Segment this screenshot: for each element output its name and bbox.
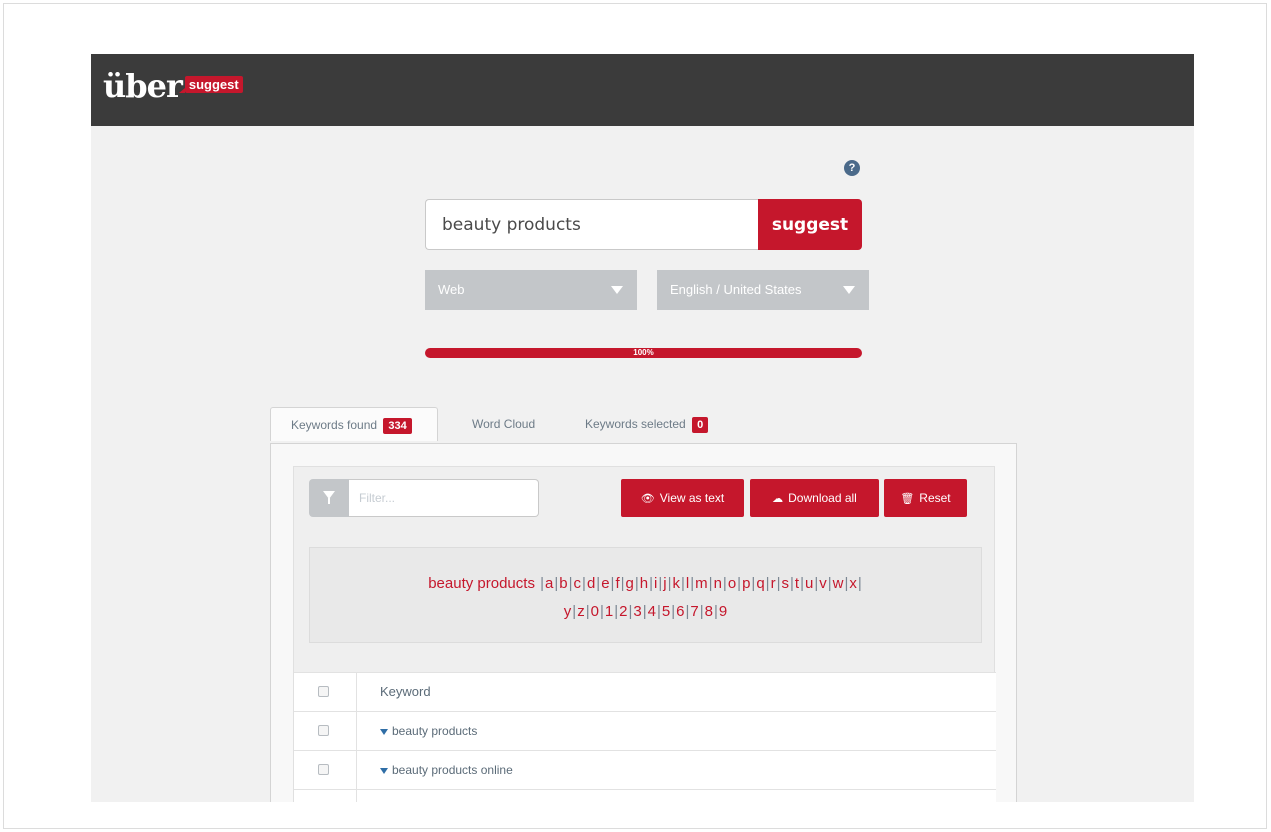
chevron-down-icon (843, 286, 855, 294)
table-row: beauty products (294, 711, 996, 750)
alphabet-link[interactable]: f (615, 575, 619, 592)
logo-tag-text: suggest (178, 76, 243, 93)
alphabet-link[interactable]: 9 (719, 603, 727, 620)
suggest-button[interactable]: suggest (758, 199, 862, 250)
alphabet-link[interactable]: 4 (648, 603, 656, 620)
filter-icon (323, 491, 335, 504)
alphabet-line-1: beauty products |a|b|c|d|e|f|g|h|i|j|k|l… (310, 570, 981, 598)
alphabet-separator: | (857, 575, 862, 592)
keywords-found-count-badge: 334 (383, 418, 412, 434)
reset-label: Reset (919, 491, 951, 505)
search-input[interactable] (426, 200, 762, 249)
alphabet-link[interactable]: h (640, 575, 648, 592)
filter-input[interactable] (349, 479, 539, 517)
reset-button[interactable]: 🗑 Reset (884, 479, 967, 517)
alphabet-link[interactable]: c (574, 575, 582, 592)
search-type-select[interactable]: Web (425, 270, 637, 310)
tab-keywords-selected[interactable]: Keywords selected 0 (585, 412, 709, 444)
keyword-text: beauty products (392, 724, 478, 738)
column-divider (356, 751, 357, 789)
download-all-button[interactable]: ☁ Download all (750, 479, 879, 517)
alphabet-line-2: y|z|0|1|2|3|4|5|6|7|8|9 (310, 598, 981, 626)
table-row: beauty products online (294, 750, 996, 789)
alphabet-prefix-link[interactable]: beauty products (428, 575, 535, 592)
search-type-label: Web (438, 282, 465, 297)
trash-icon: 🗑 (900, 492, 915, 505)
alphabet-link[interactable]: 3 (633, 603, 641, 620)
progress-bar: 100% (425, 348, 862, 358)
download-all-label: Download all (788, 491, 857, 505)
keywords-selected-count-badge: 0 (692, 417, 709, 433)
alphabet-link[interactable]: w (833, 575, 844, 592)
cloud-download-icon: ☁ (772, 492, 784, 505)
eye-icon: 👁 (640, 492, 655, 505)
keyword-column-header: Keyword (380, 684, 431, 699)
expand-caret-icon (380, 728, 388, 735)
help-icon[interactable]: ? (844, 160, 860, 176)
alphabet-link[interactable]: s (781, 575, 789, 592)
filter-icon-box (309, 479, 349, 517)
alphabet-link[interactable]: 0 (591, 603, 599, 620)
alphabet-link[interactable]: 8 (705, 603, 713, 620)
language-select[interactable]: English / United States (657, 270, 869, 310)
alphabet-link[interactable]: b (559, 575, 567, 592)
table-row (294, 789, 996, 802)
alphabet-link[interactable]: 7 (690, 603, 698, 620)
chevron-down-icon (611, 286, 623, 294)
keyword-cell[interactable]: beauty products online (380, 751, 513, 789)
alphabet-link[interactable]: n (714, 575, 722, 592)
select-all-checkbox[interactable] (318, 686, 329, 697)
alphabet-navigation: beauty products |a|b|c|d|e|f|g|h|i|j|k|l… (309, 547, 982, 643)
language-label: English / United States (670, 282, 802, 297)
keyword-text: beauty products online (392, 763, 513, 777)
tab-word-cloud[interactable]: Word Cloud (472, 412, 535, 444)
alphabet-link[interactable]: k (673, 575, 681, 592)
top-bar: über suggest (91, 54, 1194, 126)
search-box (425, 199, 762, 250)
expand-caret-icon (380, 767, 388, 774)
table-header-row: Keyword (294, 672, 996, 711)
keywords-inner: 👁 View as text ☁ Download all 🗑 Reset be… (293, 466, 996, 802)
alphabet-link[interactable]: 5 (662, 603, 670, 620)
alphabet-link[interactable]: z (577, 603, 585, 620)
ubersuggest-logo[interactable]: über suggest (103, 68, 243, 104)
tab-word-cloud-label: Word Cloud (472, 417, 536, 431)
alphabet-link[interactable]: r (771, 575, 776, 592)
row-checkbox[interactable] (318, 764, 329, 775)
view-as-text-button[interactable]: 👁 View as text (621, 479, 744, 517)
progress-text: 100% (633, 348, 654, 357)
alphabet-link[interactable]: o (728, 575, 736, 592)
tab-keywords-selected-label: Keywords selected (585, 417, 686, 431)
alphabet-link[interactable]: v (819, 575, 827, 592)
tab-keywords-found[interactable]: Keywords found 334 (270, 407, 438, 441)
alphabet-link[interactable]: q (756, 575, 764, 592)
alphabet-link[interactable]: 1 (605, 603, 613, 620)
logo-main-text: über (103, 67, 183, 105)
alphabet-link[interactable]: x (849, 575, 857, 592)
screenshot-frame: über suggest ? suggest Web English / Uni… (3, 3, 1267, 829)
keyword-cell[interactable]: beauty products (380, 712, 477, 750)
column-divider (356, 712, 357, 750)
alphabet-link[interactable]: e (601, 575, 609, 592)
alphabet-link[interactable]: g (626, 575, 634, 592)
tab-keywords-found-label: Keywords found (291, 418, 378, 432)
alphabet-link[interactable]: m (695, 575, 708, 592)
column-divider (356, 790, 357, 802)
column-divider (356, 673, 357, 711)
row-checkbox[interactable] (318, 725, 329, 736)
app-window: über suggest ? suggest Web English / Uni… (91, 54, 1194, 802)
keywords-panel: 👁 View as text ☁ Download all 🗑 Reset be… (270, 443, 1017, 802)
view-as-text-label: View as text (659, 491, 725, 505)
keywords-table: Keyword beauty products beauty products … (294, 672, 996, 802)
